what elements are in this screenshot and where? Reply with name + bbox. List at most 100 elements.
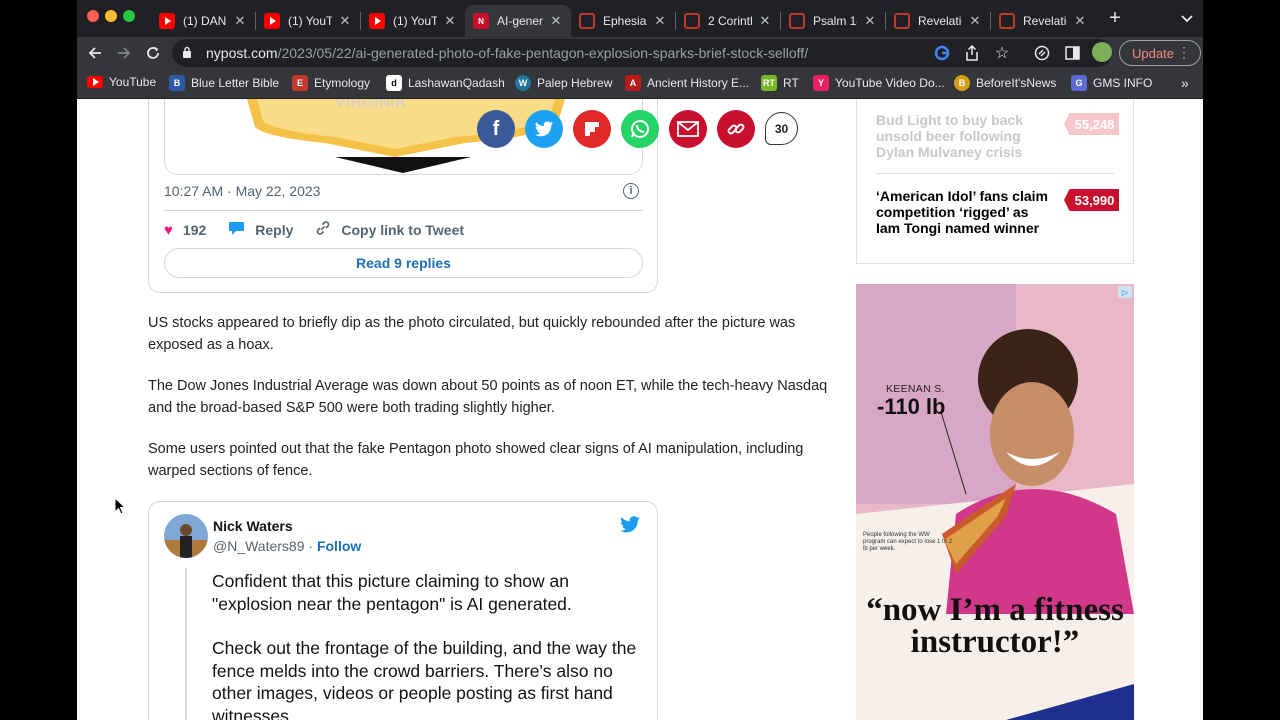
tweet-paragraph: Check out the frontage of the building, … (212, 638, 637, 720)
close-tab-icon[interactable]: ✕ (549, 13, 563, 29)
google-icon[interactable] (934, 45, 950, 61)
bookmark-youtube[interactable]: YouTube (87, 75, 156, 89)
tweet-embed-nick-waters: Nick Waters @N_Waters89 · Follow Confide… (148, 501, 658, 720)
tweet-author-handle: @N_Waters89 · Follow (213, 538, 362, 554)
close-tab-icon[interactable]: ✕ (1073, 13, 1087, 29)
more-bookmarks-chevron-icon[interactable]: » (1181, 75, 1189, 91)
menu-dots-icon[interactable]: ⋮ (1177, 44, 1191, 61)
comments-count-bubble[interactable]: 30 (765, 112, 798, 145)
bookmark-etymology[interactable]: E Etymology (292, 75, 370, 91)
ancient-history-icon: A (625, 75, 641, 91)
heart-icon: ♥ (164, 221, 173, 239)
bookmark-rt[interactable]: RT RT (761, 75, 799, 91)
ad-disclaimer: People following the WW program can expe… (863, 532, 953, 552)
minimize-window-button[interactable] (105, 10, 117, 22)
follow-link[interactable]: Follow (317, 538, 361, 554)
copy-link-share-icon[interactable] (717, 110, 755, 148)
video-download-icon: Y (813, 75, 829, 91)
view-count-badge: 53,990 (1064, 189, 1119, 211)
view-count-badge: 55,248 (1064, 113, 1119, 135)
article-paragraph: The Dow Jones Industrial Average was dow… (148, 378, 828, 416)
url-text[interactable]: nypost.com/2023/05/22/ai-generated-photo… (206, 45, 808, 61)
close-window-button[interactable] (87, 10, 99, 22)
wordpress-icon: W (515, 75, 531, 91)
tab-psalm[interactable]: Psalm 144 ✕ (781, 5, 885, 37)
nypost-icon: N (473, 13, 489, 29)
side-panel-icon[interactable] (1064, 45, 1080, 61)
bookmark-youtube-video-downloader[interactable]: Y YouTube Video Do... (813, 75, 945, 91)
bookmark-beforeitsnews[interactable]: B BeforeIt'sNews (954, 75, 1056, 91)
bible-icon (999, 13, 1015, 29)
tweet-text: Confident that this picture claiming to … (212, 570, 642, 720)
tab-youtube-3[interactable]: (1) YouTube ✕ (361, 5, 465, 37)
bookmark-star-icon[interactable]: ☆ (994, 45, 1010, 62)
lock-icon[interactable] (182, 46, 192, 58)
bookmark-palep-hebrew[interactable]: W Palep Hebrew (515, 75, 612, 91)
facebook-share-icon[interactable]: f (477, 110, 515, 148)
info-icon[interactable]: i (623, 183, 639, 199)
trending-headline[interactable]: Bud Light to buy back unsold beer follow… (876, 112, 1056, 160)
advertisement[interactable]: ▷ KEENAN S. -110 lb People following the… (856, 284, 1134, 720)
tab-revelation-1[interactable]: Revelation ✕ (886, 5, 990, 37)
close-tab-icon[interactable]: ✕ (758, 13, 772, 29)
extension-icon[interactable] (1034, 45, 1050, 61)
twitter-share-icon[interactable] (525, 110, 563, 148)
bookmark-blue-letter-bible[interactable]: B Blue Letter Bible (169, 75, 279, 91)
close-tab-icon[interactable]: ✕ (653, 13, 667, 29)
tab-2-corinthians[interactable]: 2 Corinthians ✕ (676, 5, 780, 37)
browser-toolbar: nypost.com/2023/05/22/ai-generated-photo… (77, 37, 1203, 69)
tab-strip: (1) DANIEL ✕ (1) YouTube ✕ (1) YouTube ✕… (77, 0, 1203, 37)
close-tab-icon[interactable]: ✕ (338, 13, 352, 29)
svg-text:VIRGINIA: VIRGINIA (335, 99, 407, 111)
twitter-bird-icon[interactable] (619, 516, 641, 534)
tab-nypost-active[interactable]: N AI-generated ✕ (465, 5, 571, 37)
bookmark-lashawanqadash[interactable]: d LashawanQadash (386, 75, 505, 91)
trending-headline[interactable]: ‘American Idol’ fans claim competition ‘… (876, 188, 1056, 236)
share-toolbar: f 30 (477, 110, 798, 148)
profile-avatar[interactable] (1092, 42, 1112, 62)
tab-ephesians[interactable]: Ephesians ✕ (571, 5, 675, 37)
read-replies-button[interactable]: Read 9 replies (164, 248, 643, 278)
bible-icon (684, 13, 700, 29)
back-arrow-icon[interactable] (83, 41, 107, 65)
rt-icon: RT (761, 75, 777, 91)
youtube-icon (159, 13, 175, 29)
reply-button[interactable]: Reply (228, 221, 293, 240)
copy-link-button[interactable]: Copy link to Tweet (315, 220, 464, 240)
tweet-author-name[interactable]: Nick Waters (213, 518, 293, 534)
ad-weight-loss: -110 lb (877, 394, 946, 419)
close-tab-icon[interactable]: ✕ (443, 13, 457, 29)
update-button[interactable]: Update ⋮ (1119, 40, 1201, 66)
article-paragraph: US stocks appeared to briefly dip as the… (148, 315, 796, 353)
youtube-icon (264, 13, 280, 29)
bookmarks-bar: YouTube B Blue Letter Bible E Etymology … (77, 69, 1203, 99)
tweet-timestamp[interactable]: 10:27 AM · May 22, 2023 (164, 183, 320, 199)
close-tab-icon[interactable]: ✕ (233, 13, 247, 29)
email-share-icon[interactable] (669, 110, 707, 148)
new-tab-icon[interactable]: + (1103, 6, 1127, 30)
address-bar[interactable]: nypost.com/2023/05/22/ai-generated-photo… (172, 39, 1112, 67)
flipboard-share-icon[interactable] (573, 110, 611, 148)
close-tab-icon[interactable]: ✕ (863, 13, 877, 29)
d-letter-icon: d (386, 75, 402, 91)
link-icon (315, 220, 331, 240)
share-icon[interactable] (964, 45, 980, 61)
reload-icon[interactable] (141, 41, 165, 65)
tab-revelation-2[interactable]: Revelation ✕ (991, 5, 1095, 37)
tab-youtube-1[interactable]: (1) DANIEL ✕ (151, 5, 255, 37)
news-icon: B (954, 75, 970, 91)
browser-window: (1) DANIEL ✕ (1) YouTube ✕ (1) YouTube ✕… (77, 0, 1203, 720)
bookmark-ancient-history[interactable]: A Ancient History E... (625, 75, 749, 91)
adchoices-icon[interactable]: ▷ (1118, 286, 1132, 298)
maximize-window-button[interactable] (123, 10, 135, 22)
youtube-icon (87, 76, 103, 88)
whatsapp-share-icon[interactable] (621, 110, 659, 148)
webpage-content: VIRGINIA 10:27 AM · May 22, 2023 i ♥ 192… (77, 99, 1203, 720)
like-button[interactable]: ♥ 192 (164, 222, 206, 239)
bookmark-gms-info[interactable]: G GMS INFO (1071, 75, 1152, 91)
close-tab-icon[interactable]: ✕ (968, 13, 982, 29)
avatar[interactable] (164, 514, 208, 558)
tab-search-chevron-icon[interactable] (1175, 7, 1199, 31)
forward-arrow-icon[interactable] (112, 41, 136, 65)
tab-youtube-2[interactable]: (1) YouTube ✕ (256, 5, 360, 37)
